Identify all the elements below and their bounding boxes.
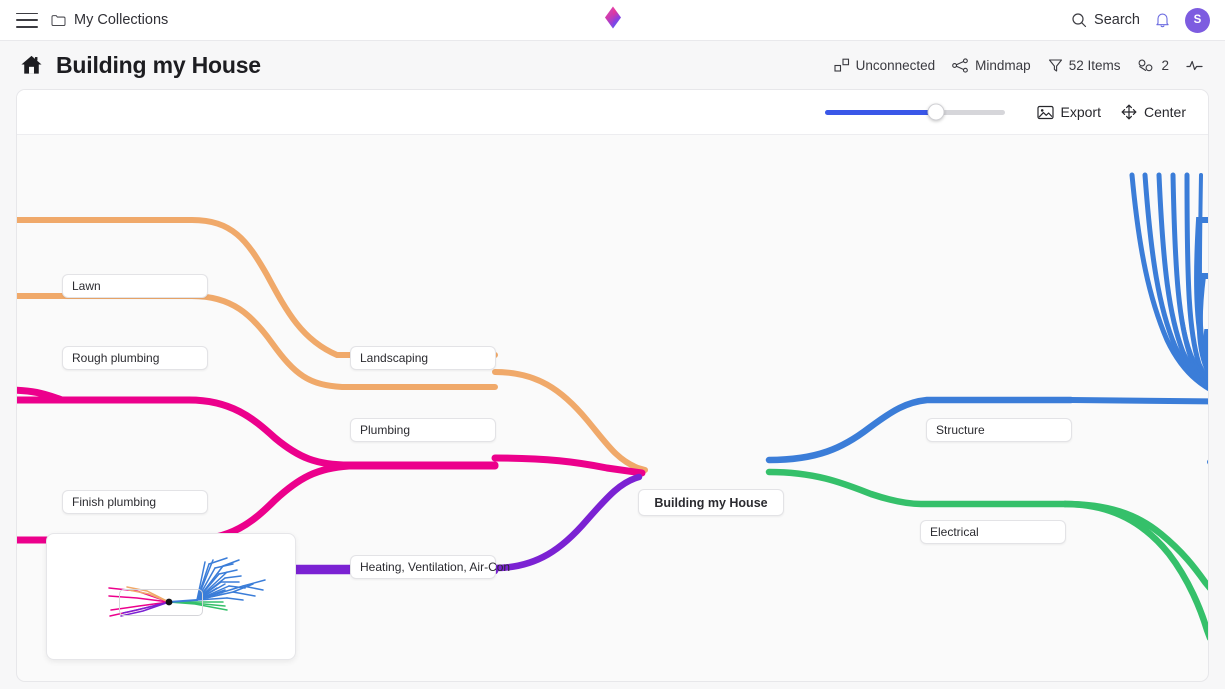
meta-label: Mindmap xyxy=(975,58,1031,73)
bell-icon[interactable] xyxy=(1154,11,1171,29)
mindmap-node-label: Plumbing xyxy=(360,423,410,437)
mindmap-node-label: Electrical xyxy=(930,525,979,539)
search-label: Search xyxy=(1094,12,1140,28)
export-button[interactable]: Export xyxy=(1037,104,1101,120)
meta-label: Unconnected xyxy=(856,58,936,73)
unconnected-icon xyxy=(834,58,850,73)
mindmap-node-label: Lawn xyxy=(72,279,101,293)
mindmap-root-node[interactable]: Building my House xyxy=(638,489,784,516)
meta-shares-count[interactable]: 2 xyxy=(1137,58,1169,73)
zoom-slider-handle[interactable] xyxy=(928,104,945,121)
mindmap-icon xyxy=(952,58,969,73)
search-button[interactable]: Search xyxy=(1071,12,1140,28)
search-icon xyxy=(1071,12,1087,28)
mindmap-node[interactable]: Finish plumbing xyxy=(62,490,208,514)
page-title: Building my House xyxy=(56,52,261,79)
meta-label: 2 xyxy=(1161,58,1169,73)
mindmap-node-label: Structure xyxy=(936,423,985,437)
title-group: Building my House xyxy=(20,52,261,79)
filter-icon xyxy=(1048,58,1063,73)
center-label: Center xyxy=(1144,104,1186,120)
avatar-initial: S xyxy=(1194,14,1202,26)
mindmap-node-label: Building my House xyxy=(654,496,767,510)
meta-unconnected[interactable]: Unconnected xyxy=(834,58,936,73)
top-bar-left: My Collections xyxy=(0,12,168,28)
minimap-viewport-rect[interactable] xyxy=(119,589,203,616)
mindmap-node-label: Heating, Ventilation, Air-Con xyxy=(360,560,510,574)
mindmap-node[interactable]: Plumbing xyxy=(350,418,496,442)
center-button[interactable]: Center xyxy=(1121,104,1186,120)
meta-label: 52 Items xyxy=(1069,58,1121,73)
mindmap-node[interactable]: Landscaping xyxy=(350,346,496,370)
breadcrumb-my-collections[interactable]: My Collections xyxy=(51,12,168,28)
zoom-slider[interactable] xyxy=(825,110,1005,115)
meta-items-count[interactable]: 52 Items xyxy=(1048,58,1121,73)
image-icon xyxy=(1037,105,1054,120)
meta-activity[interactable] xyxy=(1186,59,1209,72)
avatar[interactable]: S xyxy=(1185,8,1210,33)
mindmap-canvas-card: Export Center xyxy=(16,89,1209,682)
canvas-toolbar: Export Center xyxy=(17,90,1208,135)
top-bar-right: Search S xyxy=(1071,8,1225,33)
breadcrumb-label: My Collections xyxy=(74,12,168,28)
mindmap-node[interactable]: Heating, Ventilation, Air-Con xyxy=(350,555,496,579)
hamburger-icon[interactable] xyxy=(16,13,38,28)
mindmap-node-label: Rough plumbing xyxy=(72,351,159,365)
activity-icon xyxy=(1186,59,1203,72)
top-bar: My Collections Search xyxy=(0,0,1225,41)
meta-mindmap[interactable]: Mindmap xyxy=(952,58,1031,73)
diamond-logo-icon[interactable] xyxy=(602,4,624,37)
minimap[interactable] xyxy=(46,533,296,660)
folder-icon xyxy=(51,14,66,27)
export-label: Export xyxy=(1061,104,1101,120)
share-icon xyxy=(1137,58,1155,73)
mindmap-node-label: Landscaping xyxy=(360,351,428,365)
zoom-slider-fill xyxy=(825,110,937,115)
mindmap-node[interactable]: Rough plumbing xyxy=(62,346,208,370)
move-crosshair-icon xyxy=(1121,104,1137,120)
title-meta-group: Unconnected Mindmap 52 Items xyxy=(834,58,1209,73)
mindmap-node[interactable]: Structure xyxy=(926,418,1072,442)
mindmap-node-label: Finish plumbing xyxy=(72,495,156,509)
house-icon xyxy=(20,54,43,76)
title-bar: Building my House Unconnected Mindmap xyxy=(0,41,1225,89)
mindmap-node[interactable]: Lawn xyxy=(62,274,208,298)
mindmap-node[interactable]: Electrical xyxy=(920,520,1066,544)
